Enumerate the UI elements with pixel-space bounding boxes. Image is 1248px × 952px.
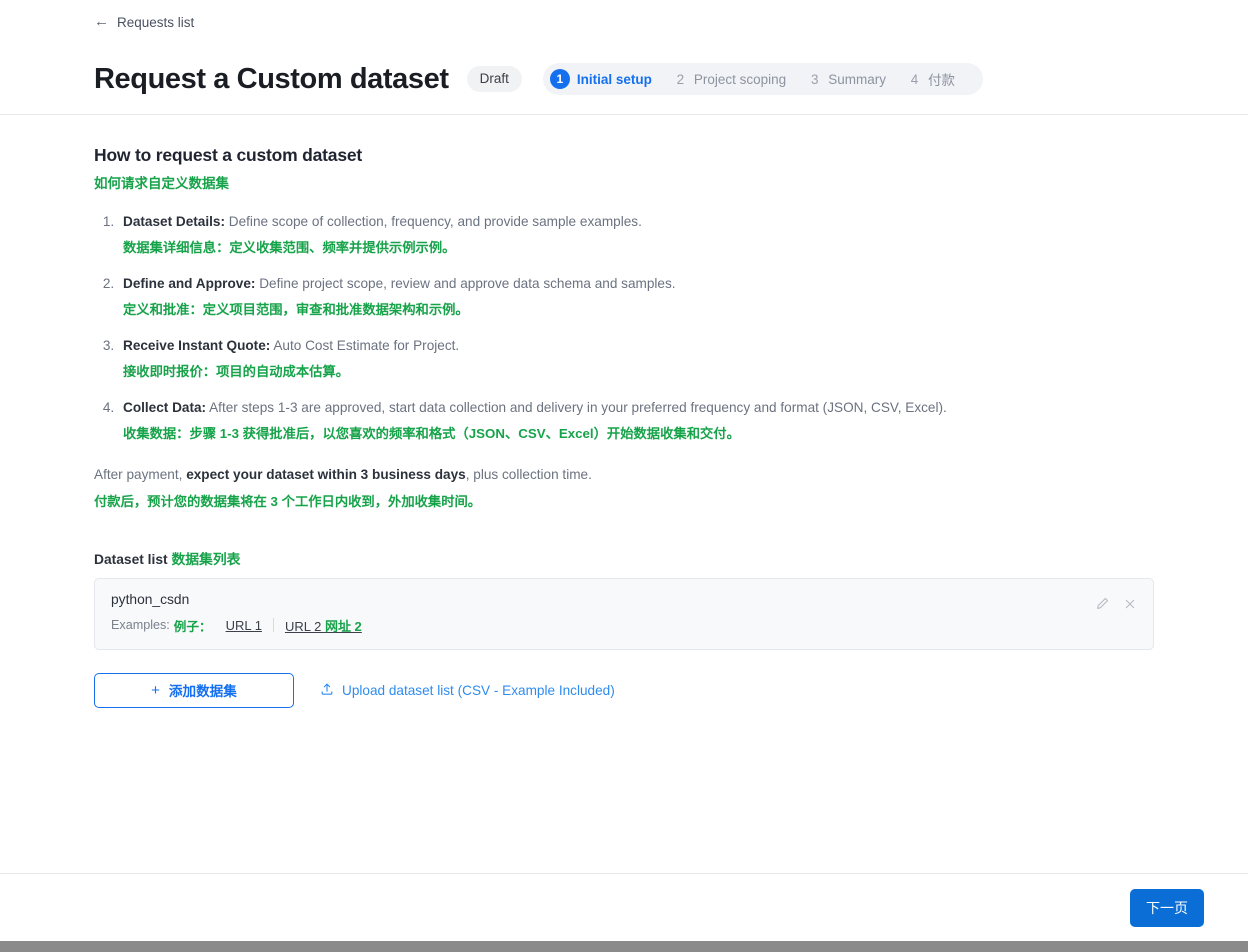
step-label: Project scoping — [693, 71, 787, 87]
example-url-1-link[interactable]: URL 1 — [226, 618, 273, 633]
step-number: 1 — [549, 69, 570, 89]
step-text-en: Dataset Details: Define scope of collect… — [123, 214, 642, 229]
examples-label-translation: 例子： — [173, 619, 212, 634]
examples-label: Examples: — [111, 618, 170, 633]
example-url-2-translation: 网址 2 — [324, 618, 362, 634]
after-payment-bold: expect your dataset within 3 business da… — [186, 466, 466, 482]
dataset-list-heading: Dataset list 数据集列表 — [94, 548, 1154, 568]
page-header: Request a Custom dataset Draft 1 Initial… — [0, 44, 1248, 115]
step-payment[interactable]: 4 付款 — [898, 69, 967, 89]
add-dataset-button-label: 添加数据集 — [168, 684, 237, 700]
step-text-en-rest: Define scope of collection, frequency, a… — [225, 214, 642, 229]
page-root: ← Requests list Request a Custom dataset… — [0, 0, 1248, 952]
list-item: Dataset Details: Define scope of collect… — [118, 212, 1154, 257]
step-text-en: Collect Data: After steps 1-3 are approv… — [123, 400, 947, 415]
back-to-requests-list-link[interactable]: ← Requests list — [94, 13, 195, 30]
topbar: ← Requests list — [0, 0, 1248, 44]
step-label: 付款 — [927, 73, 955, 88]
how-to-steps-list: Dataset Details: Define scope of collect… — [94, 212, 1154, 443]
wizard-stepper: 1 Initial setup 2 Project scoping 3 Summ… — [542, 63, 983, 95]
horizontal-scrollbar[interactable] — [0, 941, 1248, 952]
step-text-en-bold: Receive Instant Quote: — [123, 337, 271, 353]
step-number: 3 — [810, 71, 819, 87]
step-number: 4 — [910, 71, 919, 87]
dataset-list-heading-zh: 数据集列表 — [171, 551, 241, 567]
page-footer: 下一页 — [0, 873, 1248, 941]
step-text-en-rest: Auto Cost Estimate for Project. — [270, 337, 460, 353]
step-text-en-bold: Dataset Details: — [123, 214, 225, 229]
list-item: Receive Instant Quote: Auto Cost Estimat… — [118, 336, 1154, 381]
dataset-actions-row: + 添加数据集 Upload dataset list (CSV - Examp… — [94, 672, 1154, 708]
dataset-card-actions — [1095, 597, 1137, 611]
step-text-en-rest: Define project scope, review and approve… — [255, 275, 676, 291]
section-title-translation: 如何请求自定义数据集 — [94, 176, 229, 191]
after-payment-note: After payment, expect your dataset withi… — [94, 465, 1154, 485]
back-link-label: Requests list — [117, 14, 195, 30]
dataset-list-heading-en: Dataset list — [94, 551, 168, 567]
step-label: Summary — [828, 71, 886, 87]
step-text-zh: 接收即时报价：项目的自动成本估算。 — [123, 363, 350, 379]
after-payment-suffix: , plus collection time. — [465, 466, 592, 482]
example-url-2-link[interactable]: URL 2 网址 2 — [274, 616, 373, 635]
plus-icon: + — [151, 681, 160, 699]
step-number: 2 — [676, 71, 685, 87]
add-dataset-button[interactable]: + 添加数据集 — [94, 672, 294, 708]
step-text-en-rest: After steps 1-3 are approved, start data… — [206, 399, 947, 415]
step-project-scoping[interactable]: 2 Project scoping — [664, 72, 798, 87]
upload-dataset-list-link[interactable]: Upload dataset list (CSV - Example Inclu… — [320, 682, 615, 699]
step-text-zh: 数据集详细信息：定义收集范围、频率并提供示例示例。 — [123, 239, 456, 255]
step-label: Initial setup — [576, 71, 652, 87]
dataset-name: python_csdn — [111, 591, 190, 607]
after-payment-prefix: After payment, — [94, 466, 187, 482]
status-badge: Draft — [466, 66, 522, 92]
page-title: Request a Custom dataset — [94, 62, 449, 95]
step-text-zh: 定义和批准：定义项目范围，审查和批准数据架构和示例。 — [123, 301, 469, 317]
main-content: How to request a custom dataset 如何请求自定义数… — [0, 115, 1248, 873]
step-summary[interactable]: 3 Summary — [798, 72, 898, 87]
step-text-en-bold: Collect Data: — [123, 399, 207, 415]
pencil-icon[interactable] — [1095, 597, 1109, 611]
close-icon[interactable] — [1123, 597, 1137, 611]
step-text-zh: 收集数据：步骤 1-3 获得批准后，以您喜欢的频率和格式（JSON、CSV、Ex… — [123, 425, 740, 441]
upload-icon — [320, 682, 334, 699]
after-payment-note-translation: 付款后，预计您的数据集将在 3 个工作日内收到，外加收集时间。 — [94, 493, 482, 509]
next-page-button[interactable]: 下一页 — [1130, 888, 1204, 927]
section-title: How to request a custom dataset — [94, 145, 363, 165]
dataset-card: python_csdn Examples: 例子： URL 1 URL 2 网址… — [94, 577, 1154, 650]
step-text-en: Receive Instant Quote: Auto Cost Estimat… — [123, 338, 459, 353]
arrow-left-icon: ← — [94, 13, 109, 30]
list-item: Define and Approve: Define project scope… — [118, 274, 1154, 319]
step-text-en-bold: Define and Approve: — [123, 275, 256, 291]
upload-link-label: Upload dataset list (CSV - Example Inclu… — [342, 682, 615, 698]
example-links: URL 1 URL 2 网址 2 — [226, 616, 373, 635]
step-text-en: Define and Approve: Define project scope… — [123, 276, 676, 291]
step-initial-setup[interactable]: 1 Initial setup — [549, 69, 664, 89]
dataset-examples-row: Examples: 例子： URL 1 URL 2 网址 2 — [111, 616, 1137, 635]
list-item: Collect Data: After steps 1-3 are approv… — [118, 398, 1154, 443]
example-url-2-text: URL 2 — [284, 618, 325, 634]
